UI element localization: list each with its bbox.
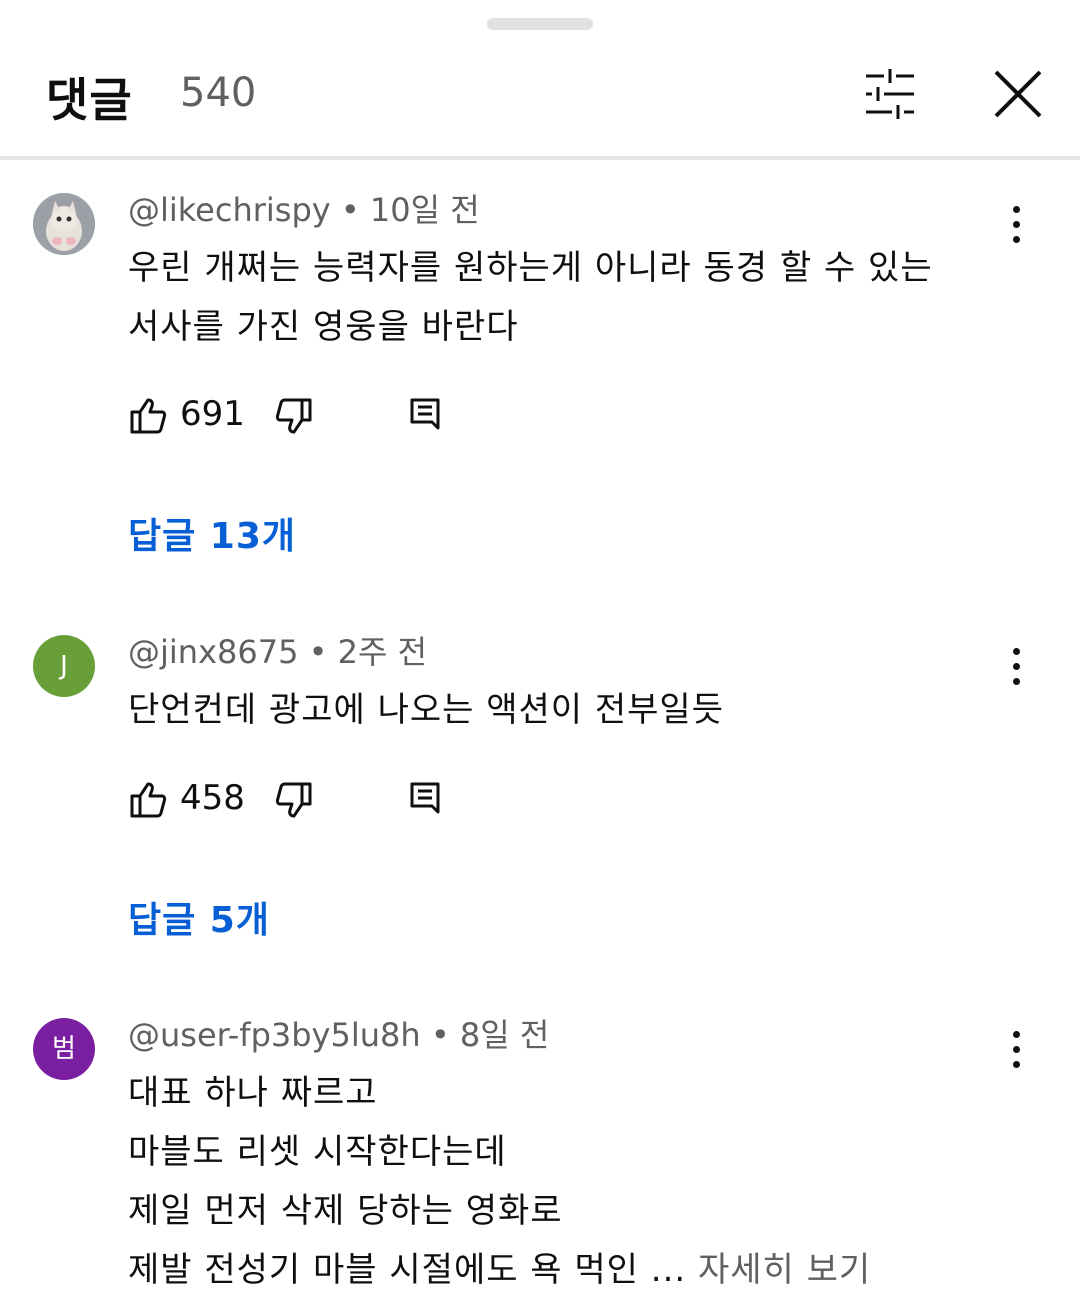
comment-time[interactable]: 2주 전 bbox=[338, 633, 427, 671]
comment-text: 대표 하나 짜르고 마블도 리셋 시작한다는데 제일 먼저 삭제 당하는 영화로… bbox=[128, 1064, 1028, 1300]
thumbs-up-icon bbox=[130, 782, 167, 818]
comment-meta: @user-fp3by5lu8h • 8일 전 bbox=[128, 1010, 549, 1056]
dislike-button[interactable] bbox=[274, 780, 314, 820]
comment-author[interactable]: @likechrispy bbox=[128, 191, 331, 229]
comment-line-last: 제발 전성기 마블 시절에도 욕 먹인 ... 자세히 보기 bbox=[128, 1241, 1028, 1300]
comments-count: 540 bbox=[180, 70, 257, 116]
comment-meta: @likechrispy • 10일 전 bbox=[128, 185, 480, 231]
comment-actions: 691 bbox=[128, 394, 528, 440]
close-icon bbox=[994, 70, 1042, 118]
like-count: 691 bbox=[180, 394, 245, 434]
view-replies-button[interactable]: 답글 13개 bbox=[128, 507, 296, 559]
comment-line: 제발 전성기 마블 시절에도 욕 먹인 ... bbox=[128, 1250, 687, 1290]
comment-reply-icon bbox=[410, 398, 440, 430]
comment-line: 마블도 리셋 시작한다는데 bbox=[128, 1132, 507, 1172]
comment-author[interactable]: @user-fp3by5lu8h bbox=[128, 1016, 421, 1054]
read-more-link[interactable]: 자세히 보기 bbox=[698, 1250, 871, 1290]
meta-separator: • bbox=[308, 633, 328, 671]
like-button[interactable] bbox=[128, 396, 168, 436]
avatar-image bbox=[33, 193, 95, 255]
dislike-button[interactable] bbox=[274, 396, 314, 436]
reply-button[interactable] bbox=[408, 780, 444, 816]
thumbs-down-icon bbox=[275, 782, 312, 818]
more-vert-icon bbox=[1013, 1031, 1020, 1038]
avatar[interactable] bbox=[33, 193, 95, 255]
comment-line: 서사를 가진 영웅을 바란다 bbox=[128, 307, 519, 347]
thumbs-down-icon bbox=[275, 398, 312, 434]
more-vert-icon bbox=[1013, 648, 1020, 655]
meta-separator: • bbox=[340, 191, 360, 229]
more-vert-icon bbox=[1013, 206, 1020, 213]
like-count: 458 bbox=[180, 778, 245, 818]
comment-line: 우린 개쩌는 능력자를 원하는게 아니라 동경 할 수 있는 bbox=[128, 248, 933, 288]
avatar[interactable]: 범 bbox=[33, 1018, 95, 1080]
comments-title: 댓글 bbox=[46, 73, 133, 127]
comment-line: 대표 하나 짜르고 bbox=[128, 1073, 378, 1113]
close-button[interactable] bbox=[988, 64, 1048, 124]
comment-line: 단언컨데 광고에 나오는 액션이 전부일듯 bbox=[128, 690, 724, 730]
comments-header: 댓글 540 bbox=[0, 40, 1080, 156]
sort-filter-button[interactable] bbox=[858, 66, 922, 122]
thumbs-up-icon bbox=[130, 398, 167, 434]
view-replies-button[interactable]: 답글 5개 bbox=[128, 891, 270, 943]
header-divider bbox=[0, 156, 1080, 160]
comment-text: 단언컨데 광고에 나오는 액션이 전부일듯 bbox=[128, 681, 1028, 740]
comment-text: 우린 개쩌는 능력자를 원하는게 아니라 동경 할 수 있는 서사를 가진 영웅… bbox=[128, 239, 1028, 357]
comment-author[interactable]: @jinx8675 bbox=[128, 633, 298, 671]
comment-reply-icon bbox=[410, 782, 440, 814]
like-button[interactable] bbox=[128, 780, 168, 820]
comment-time[interactable]: 8일 전 bbox=[460, 1016, 549, 1054]
comment-line: 제일 먼저 삭제 당하는 영화로 bbox=[128, 1191, 563, 1231]
reply-button[interactable] bbox=[408, 396, 444, 432]
comment-actions: 458 bbox=[128, 778, 528, 824]
comment-time[interactable]: 10일 전 bbox=[370, 191, 480, 229]
comment-meta: @jinx8675 • 2주 전 bbox=[128, 627, 427, 673]
meta-separator: • bbox=[430, 1016, 450, 1054]
sliders-icon bbox=[866, 69, 914, 119]
avatar[interactable]: J bbox=[33, 635, 95, 697]
drag-handle[interactable] bbox=[487, 18, 593, 30]
